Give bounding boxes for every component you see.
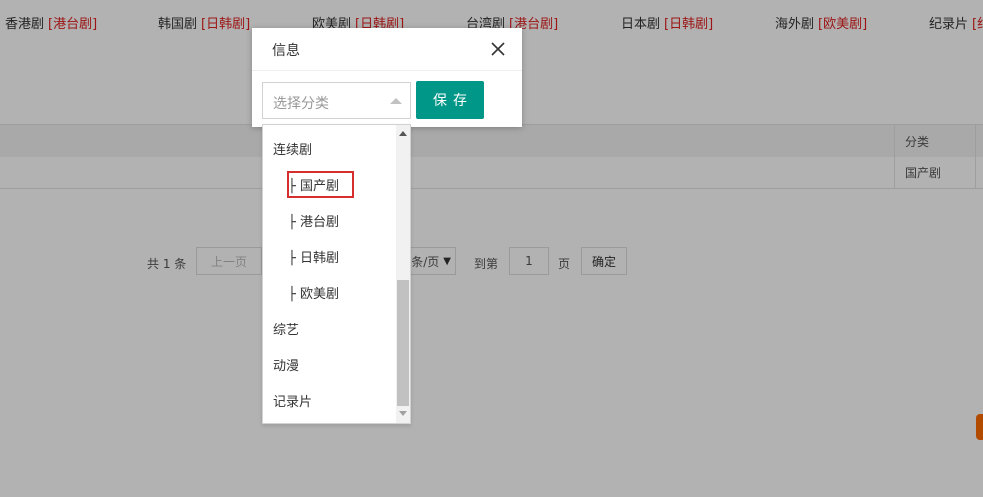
dropdown-option-western[interactable]: ├ 欧美剧 [288, 277, 339, 307]
scroll-up-arrow-icon[interactable] [399, 131, 407, 136]
dialog-title: 信息 [272, 43, 300, 59]
dropdown-scrollbar[interactable] [396, 125, 410, 423]
dropdown-option-domestic[interactable]: ├ 国产剧 [288, 169, 339, 199]
category-dropdown: 连续剧 ├ 国产剧 ├ 港台剧 ├ 日韩剧 ├ 欧美剧 综艺 动漫 记录片 [262, 124, 411, 424]
category-select[interactable]: 选择分类 [262, 82, 411, 119]
scrollbar-thumb[interactable] [397, 280, 409, 406]
dropdown-option-variety[interactable]: 综艺 [273, 313, 299, 343]
close-icon[interactable] [488, 39, 508, 59]
dropdown-option-documentary[interactable]: 记录片 [273, 385, 312, 415]
dropdown-option-jp-kr[interactable]: ├ 日韩剧 [288, 241, 339, 271]
category-select-placeholder: 选择分类 [273, 96, 329, 112]
dropdown-option-series[interactable]: 连续剧 [273, 133, 312, 163]
info-dialog: 信息 选择分类 保存 [252, 28, 522, 127]
dropdown-option-anime[interactable]: 动漫 [273, 349, 299, 379]
dropdown-option-hk-tw[interactable]: ├ 港台剧 [288, 205, 339, 235]
caret-up-icon [390, 98, 402, 104]
save-button[interactable]: 保存 [416, 81, 484, 119]
scroll-down-arrow-icon[interactable] [399, 411, 407, 416]
dialog-header: 信息 [252, 28, 522, 71]
